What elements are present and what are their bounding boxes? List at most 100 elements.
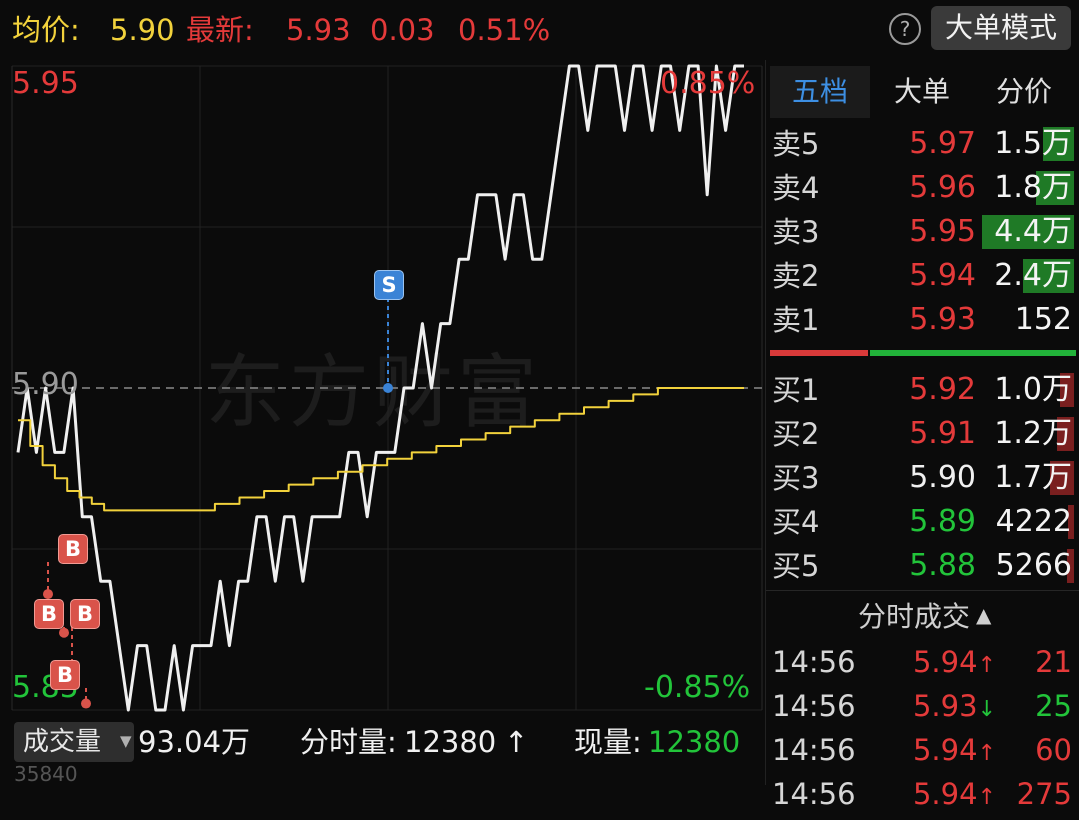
indicator-dropdown-label: 成交量 [23,727,102,757]
marker-dot [383,383,393,393]
volume-axis-max: 35840 [14,762,78,786]
level-price: 5.92 [909,372,976,407]
trade-row: 14:56 5.94↑ 60 [766,728,1079,772]
tab-big-orders[interactable]: 大单 [872,66,972,118]
avg-price-value: 5.90 [110,13,175,47]
volume-axis-strip: 35840 [0,762,765,786]
level-price: 5.93 [909,302,976,337]
period-volume-value: 12380 [404,725,497,759]
buy-marker[interactable]: B [34,599,64,629]
y-top-price-label: 5.95 [12,66,79,101]
level-price: 5.97 [909,126,976,161]
chart-canvas [11,64,763,712]
level-price: 5.95 [909,214,976,249]
level-label: 买4 [772,505,820,539]
up-arrow-icon: ↑ [504,725,529,759]
level-volume: 1.7万 [994,460,1072,495]
trade-price-value: 5.94 [912,645,978,679]
triangle-up-icon: ▲ [976,603,992,627]
bid-level-row[interactable]: 买3 5.90 1.7万 [766,456,1079,500]
trade-time: 14:56 [772,689,856,723]
bid-level-row[interactable]: 买4 5.89 4222 [766,500,1079,544]
level-label: 卖5 [772,127,820,161]
current-volume-value: 12380 [648,725,741,759]
level-volume: 2.4万 [994,258,1072,293]
latest-price-value: 5.93 [286,13,351,47]
price-change: 0.03 [370,13,435,47]
ask-level-row[interactable]: 卖2 5.94 2.4万 [766,254,1079,298]
level-label: 买2 [772,417,820,451]
bid-level-row[interactable]: 买5 5.88 5266 [766,544,1079,588]
y-mid-price-label: 5.90 [12,367,79,402]
level-volume: 1.5万 [994,126,1072,161]
trade-direction-icon: ↓ [977,697,996,722]
buy-marker[interactable]: B [70,599,100,629]
level-price: 5.88 [909,548,976,583]
latest-price-label: 最新: [186,13,254,47]
level-volume: 4222 [995,504,1072,539]
level-price: 5.89 [909,504,976,539]
trade-time: 14:56 [772,777,856,811]
intraday-chart[interactable]: 东方财富 5.95 5.90 5.85 0.85% -0.85% BBBBS [0,60,765,720]
panel-tabs: 五档 大单 分价 [766,60,1079,120]
caret-down-icon: ▼ [120,732,132,750]
level-label: 卖4 [772,171,820,205]
buy-marker[interactable]: B [50,660,80,690]
bid-ask-ratio-bar [770,350,1076,356]
trade-row: 14:56 5.94↑ 21 [766,640,1079,684]
trade-price: 5.94↑ [886,728,996,776]
trade-volume: 60 [1035,733,1072,767]
level-label: 卖1 [772,303,820,337]
period-volume-label: 分时量: [300,725,397,759]
question-circle-icon[interactable]: ? [889,13,921,45]
bid-level-row[interactable]: 买1 5.92 1.0万 [766,368,1079,412]
trade-time: 14:56 [772,645,856,679]
trade-price: 5.94↑ [886,772,996,820]
marker-dot [81,698,91,709]
volume-toolbar: 成交量 ▼ 93.04万 分时量: 12380 ↑ 现量: 12380 [0,718,765,766]
tab-five-levels[interactable]: 五档 [770,66,870,118]
trade-price: 5.94↑ [886,640,996,688]
sell-marker[interactable]: S [374,270,404,300]
trade-volume: 275 [1016,777,1072,811]
trade-price: 5.93↓ [886,684,996,732]
trade-direction-icon: ↑ [977,653,996,678]
y-top-pct-label: 0.85% [660,66,756,101]
level-volume: 1.2万 [994,416,1072,451]
level-label: 买1 [772,373,820,407]
indicator-dropdown[interactable]: 成交量 ▼ [14,722,134,762]
level-volume: 5266 [995,548,1072,583]
level-label: 买5 [772,549,820,583]
current-volume-label: 现量: [574,725,642,759]
y-bottom-pct-label: -0.85% [644,670,751,705]
trade-direction-icon: ↑ [977,741,996,766]
tab-price-distribution[interactable]: 分价 [974,66,1074,118]
big-order-mode-button[interactable]: 大单模式 [931,6,1071,50]
trades-header[interactable]: 分时成交 ▲ [766,590,1079,639]
ask-level-row[interactable]: 卖5 5.97 1.5万 [766,122,1079,166]
trade-volume: 25 [1035,689,1072,723]
trade-row: 14:56 5.93↓ 25 [766,684,1079,728]
trade-time: 14:56 [772,733,856,767]
ask-level-row[interactable]: 卖3 5.95 4.4万 [766,210,1079,254]
average-series-line [18,387,744,512]
ask-level-row[interactable]: 卖1 5.93 152 [766,298,1079,342]
level-price: 5.94 [909,258,976,293]
volume-total: 93.04万 [138,725,251,759]
ask-level-row[interactable]: 卖4 5.96 1.8万 [766,166,1079,210]
price-change-pct: 0.51% [458,13,551,47]
level-price: 5.91 [909,416,976,451]
trade-price-value: 5.94 [912,777,978,811]
quote-header: 均价: 5.90 最新: 5.93 0.03 0.51% ? 大单模式 [0,0,1079,60]
level-label: 卖3 [772,215,820,249]
level-volume: 152 [1014,302,1072,337]
level-price: 5.90 [909,460,976,495]
bid-level-row[interactable]: 买2 5.91 1.2万 [766,412,1079,456]
trade-price-value: 5.94 [912,733,978,767]
level-price: 5.96 [909,170,976,205]
trade-price-value: 5.93 [912,689,978,723]
marker-dot [43,589,53,600]
level-volume: 1.8万 [994,170,1072,205]
marker-dot [59,627,69,638]
buy-marker[interactable]: B [58,534,88,564]
